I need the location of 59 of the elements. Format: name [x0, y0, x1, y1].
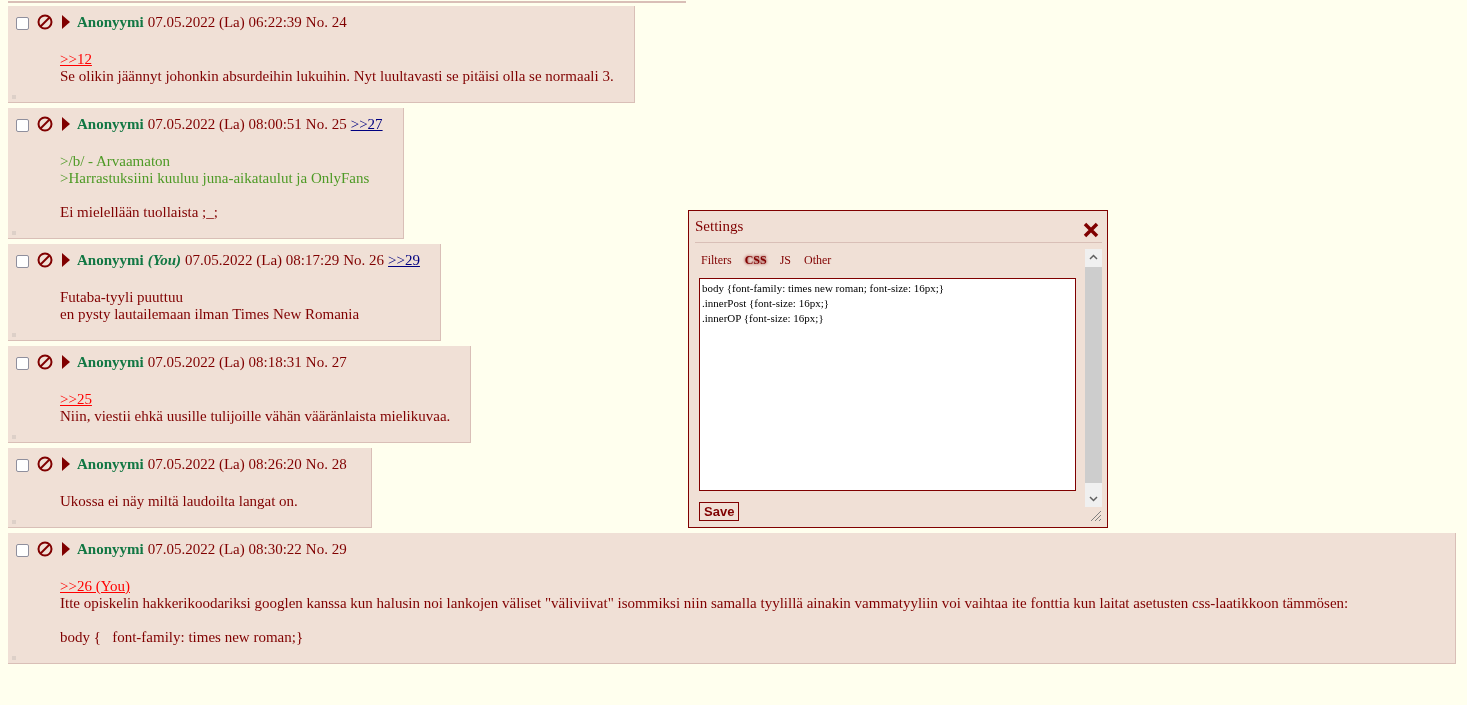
checkbox[interactable]	[16, 544, 29, 557]
hide-icon[interactable]	[37, 252, 53, 268]
post-text: Niin, viestii ehkä uusille tulijoille vähän vääränlaista mielikuvaa.	[60, 408, 451, 425]
expand-icon[interactable]	[62, 253, 70, 267]
post-text: Ukossa ei näy miltä laudoilta langat on.	[60, 493, 299, 510]
expand-icon[interactable]	[62, 15, 70, 29]
post-number[interactable]: No. 27	[305, 353, 347, 371]
close-icon[interactable]	[1083, 221, 1099, 238]
poster-name: Anonyymi	[77, 115, 144, 133]
hide-icon[interactable]	[37, 456, 53, 472]
checkbox[interactable]	[16, 357, 29, 370]
css-editor[interactable]: body {font-family: times new roman; font-size: 16px;} .innerPost {font-size: 16px;} .innerOP {font-size: 16px;}	[699, 278, 1076, 491]
backlink[interactable]: >>29	[388, 251, 420, 269]
you-marker: (You)	[147, 251, 182, 269]
expand-icon[interactable]	[62, 542, 70, 556]
post-text: Itte opiskelin hakkerikoodariksi googlen kanssa kun halusin noi lankojen väliset "väliviivat" isommiksi niin samalla tyylillä ainakin vammatyyliin voi vaihtaa ite fonttia kun laitat asetusten css-laatikkoon tämmösen:	[60, 595, 1350, 612]
hide-icon[interactable]	[37, 14, 53, 30]
post-date: 07.05.2022 (La) 08:18:31	[147, 353, 302, 371]
settings-tab[interactable]: CSS	[744, 253, 767, 273]
post-text: Se olikin jäännyt johonkin absurdeihin lukuihin. Nyt luultavasti se pitäisi olla se normaali 3.	[60, 68, 614, 85]
poster-name: Anonyymi	[77, 13, 144, 31]
post-text: en pysty lautailemaan ilman Times New Romania	[60, 306, 361, 323]
quote-text: >/b/ - Arvaamaton	[60, 153, 172, 170]
post-text: Futaba-tyyli puuttuu	[60, 289, 184, 306]
poster-name: Anonyymi	[77, 353, 144, 371]
hide-icon[interactable]	[37, 541, 53, 557]
checkbox[interactable]	[16, 459, 29, 472]
post-number[interactable]: No. 28	[305, 455, 347, 473]
expand-icon[interactable]	[62, 117, 70, 131]
post-text: body { font-family: times new roman;}	[60, 629, 305, 646]
resize-grip-icon[interactable]	[1088, 508, 1102, 522]
save-button[interactable]: Save	[699, 502, 740, 521]
post-date: 07.05.2022 (La) 06:22:39	[147, 13, 302, 31]
poster-name: Anonyymi	[77, 540, 144, 558]
quote-text: >Harrastuksiini kuuluu juna-aikataulut ja OnlyFans	[60, 170, 371, 187]
post-date: 07.05.2022 (La) 08:30:22	[147, 540, 302, 558]
scrollbar[interactable]	[1085, 249, 1102, 507]
post-text: Ei mielellään tuollaista ;_;	[60, 204, 219, 221]
poster-name: Anonyymi	[77, 455, 144, 473]
dialog-title: Settings	[695, 218, 744, 235]
post-number[interactable]: No. 25	[305, 115, 347, 133]
post-number[interactable]: No. 24	[305, 13, 347, 31]
settings-tab[interactable]: Other	[804, 253, 832, 273]
post-date: 07.05.2022 (La) 08:00:51	[147, 115, 302, 133]
checkbox[interactable]	[16, 17, 29, 30]
expand-icon[interactable]	[62, 355, 70, 369]
post-number[interactable]: No. 26	[343, 251, 385, 269]
checkbox[interactable]	[16, 119, 29, 132]
poster-name: Anonyymi	[77, 251, 144, 269]
checkbox[interactable]	[16, 255, 29, 268]
expand-icon[interactable]	[62, 457, 70, 471]
post-date: 07.05.2022 (La) 08:26:20	[147, 455, 302, 473]
post-date: 07.05.2022 (La) 08:17:29	[185, 251, 340, 269]
settings-tab[interactable]: JS	[779, 253, 792, 273]
hide-icon[interactable]	[37, 354, 53, 370]
post-number[interactable]: No. 29	[305, 540, 347, 558]
hide-icon[interactable]	[37, 116, 53, 132]
backlink[interactable]: >>27	[350, 115, 383, 133]
settings-tab[interactable]: Filters	[701, 253, 732, 273]
